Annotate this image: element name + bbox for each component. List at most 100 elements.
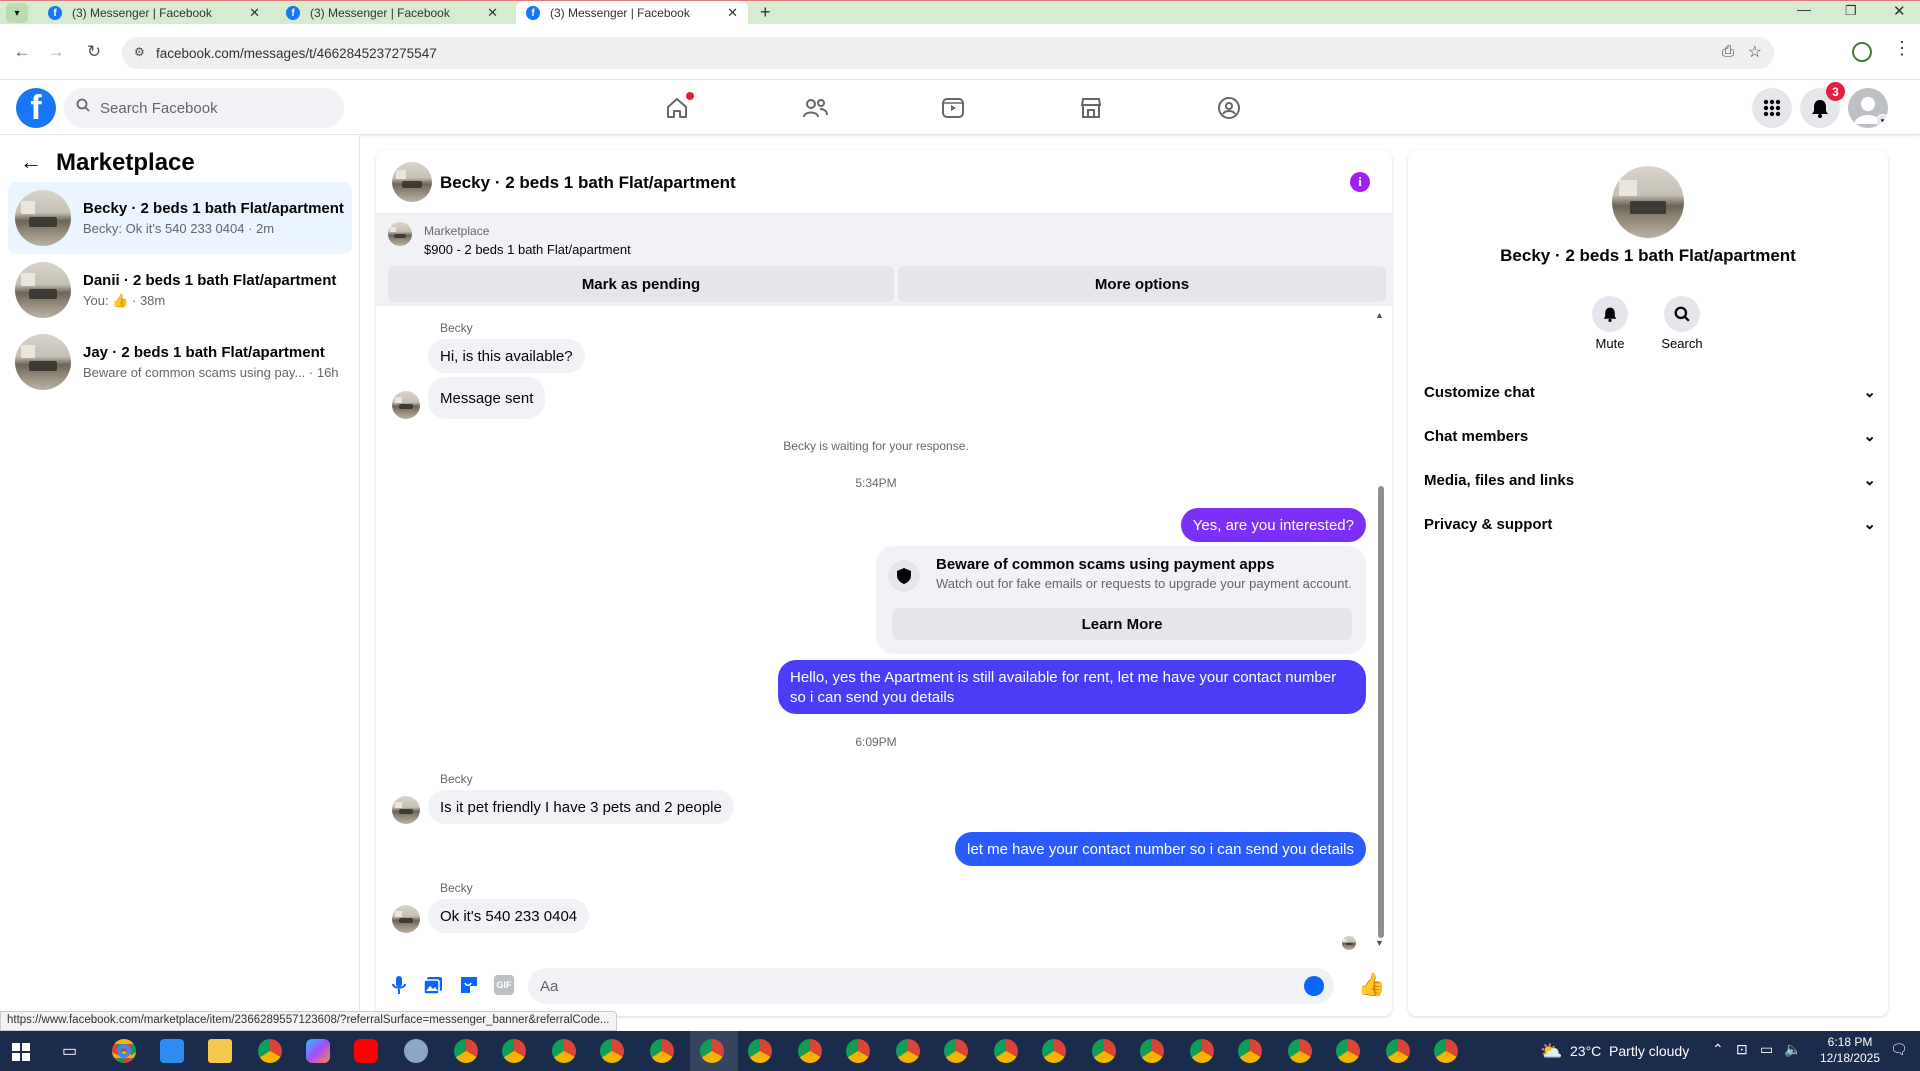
chrome-window-icon[interactable] bbox=[1238, 1039, 1262, 1063]
app-icon[interactable] bbox=[404, 1039, 428, 1063]
facebook-logo[interactable]: f bbox=[16, 88, 56, 128]
microphone-icon[interactable] bbox=[388, 974, 410, 996]
chat-members-section[interactable]: Chat members ⌄ bbox=[1424, 416, 1876, 456]
search-button[interactable] bbox=[1664, 296, 1700, 332]
info-icon[interactable]: i bbox=[1350, 172, 1370, 192]
nav-groups[interactable] bbox=[1174, 80, 1284, 135]
search-input[interactable]: Search Facebook bbox=[64, 88, 344, 128]
like-thumbs-up-icon[interactable]: 👍 bbox=[1358, 972, 1385, 998]
chrome-window-icon[interactable] bbox=[600, 1039, 624, 1063]
outgoing-message[interactable]: Hello, yes the Apartment is still availa… bbox=[778, 660, 1366, 714]
browser-tab-1[interactable]: f (3) Messenger | Facebook ✕ bbox=[48, 1, 260, 25]
media-files-links-section[interactable]: Media, files and links ⌄ bbox=[1424, 460, 1876, 500]
volume-icon[interactable]: 🔈 bbox=[1784, 1041, 1801, 1058]
notifications-button[interactable]: 3 bbox=[1800, 82, 1845, 128]
scroll-down-arrow[interactable]: ▼ bbox=[1375, 938, 1384, 948]
chrome-window-icon[interactable] bbox=[502, 1039, 526, 1063]
profile-icon[interactable] bbox=[1852, 42, 1872, 62]
network-icon[interactable]: ▭ bbox=[1760, 1041, 1773, 1058]
chrome-window-icon[interactable] bbox=[1386, 1039, 1410, 1063]
mark-as-pending-button[interactable]: Mark as pending bbox=[388, 266, 894, 302]
listing-title[interactable]: $900 - 2 beds 1 bath Flat/apartment bbox=[424, 242, 631, 257]
conversation-item-becky[interactable]: Becky · 2 beds 1 bath Flat/apartment Bec… bbox=[8, 182, 352, 254]
task-view-icon[interactable]: ▭ bbox=[62, 1041, 77, 1061]
weather-text[interactable]: 23°C Partly cloudy bbox=[1570, 1043, 1689, 1059]
bookmark-star-icon[interactable]: ☆ bbox=[1748, 42, 1762, 62]
youtube-icon[interactable] bbox=[354, 1039, 378, 1063]
close-tab-icon[interactable]: ✕ bbox=[487, 5, 498, 21]
minimize-button[interactable]: — bbox=[1797, 1, 1811, 17]
back-icon[interactable]: ← bbox=[10, 38, 34, 66]
install-app-icon[interactable]: ⎙ bbox=[1722, 43, 1734, 60]
windows-start-icon[interactable] bbox=[12, 1043, 30, 1061]
conversation-item-jay[interactable]: Jay · 2 beds 1 bath Flat/apartment Bewar… bbox=[8, 326, 352, 398]
nav-video[interactable] bbox=[898, 80, 1008, 135]
customize-chat-section[interactable]: Customize chat ⌄ bbox=[1424, 372, 1876, 412]
nav-friends[interactable] bbox=[760, 80, 870, 135]
nav-marketplace[interactable] bbox=[1036, 80, 1146, 135]
chrome-window-icon[interactable] bbox=[650, 1039, 674, 1063]
chrome-window-icon[interactable] bbox=[1140, 1039, 1164, 1063]
notification-center-icon[interactable]: 🗨 bbox=[1890, 1041, 1908, 1058]
tab-list-dropdown[interactable]: ▾ bbox=[6, 3, 28, 23]
learn-more-button[interactable]: Learn More bbox=[892, 608, 1352, 640]
chrome-window-icon[interactable] bbox=[1042, 1039, 1066, 1063]
weather-icon[interactable]: ⛅ bbox=[1540, 1041, 1562, 1062]
chrome-window-icon-active[interactable] bbox=[700, 1039, 724, 1063]
chrome-window-icon[interactable] bbox=[1092, 1039, 1116, 1063]
browser-tab-2[interactable]: f (3) Messenger | Facebook ✕ bbox=[286, 1, 498, 25]
scroll-up-arrow[interactable]: ▲ bbox=[1375, 310, 1384, 320]
clock-date[interactable]: 12/18/2025 bbox=[1818, 1051, 1882, 1065]
more-options-button[interactable]: More options bbox=[898, 266, 1386, 302]
reload-icon[interactable]: ↻ bbox=[82, 38, 106, 66]
meet-now-icon[interactable]: ⊡ bbox=[1736, 1041, 1748, 1058]
chrome-window-icon[interactable] bbox=[896, 1039, 920, 1063]
sender-avatar[interactable] bbox=[392, 391, 420, 419]
sender-avatar[interactable] bbox=[392, 796, 420, 824]
forward-icon[interactable]: → bbox=[44, 38, 68, 66]
chrome-window-icon[interactable] bbox=[1434, 1039, 1458, 1063]
listing-thumbnail[interactable] bbox=[388, 222, 412, 246]
back-arrow-icon[interactable]: ← bbox=[20, 149, 42, 175]
chrome-window-icon[interactable] bbox=[1288, 1039, 1312, 1063]
chrome-window-icon[interactable] bbox=[994, 1039, 1018, 1063]
menu-grid-button[interactable] bbox=[1752, 88, 1792, 128]
account-avatar-button[interactable]: ▾ bbox=[1848, 88, 1888, 128]
chat-title[interactable]: Becky · 2 beds 1 bath Flat/apartment bbox=[440, 173, 736, 193]
conversation-item-danii[interactable]: Danii · 2 beds 1 bath Flat/apartment You… bbox=[8, 254, 352, 326]
chrome-profile-icon[interactable] bbox=[258, 1039, 282, 1063]
chrome-icon[interactable] bbox=[112, 1039, 136, 1063]
gif-icon[interactable]: GIF bbox=[494, 975, 514, 995]
gallery-icon[interactable] bbox=[422, 974, 444, 996]
chrome-window-icon[interactable] bbox=[1336, 1039, 1360, 1063]
incoming-message[interactable]: Message sent bbox=[428, 377, 546, 419]
outgoing-message[interactable]: Yes, are you interested? bbox=[1180, 508, 1366, 542]
chrome-window-icon[interactable] bbox=[846, 1039, 870, 1063]
address-bar[interactable]: ⚙ facebook.com/messages/t/46628452372755… bbox=[122, 37, 1774, 69]
new-tab-button[interactable]: + bbox=[760, 2, 771, 23]
chat-avatar[interactable] bbox=[392, 162, 432, 202]
sender-avatar[interactable] bbox=[392, 905, 420, 933]
nav-home[interactable] bbox=[622, 80, 732, 135]
scrollbar-thumb[interactable] bbox=[1378, 486, 1384, 938]
close-window-button[interactable]: ✕ bbox=[1893, 2, 1906, 20]
message-input[interactable]: Aa bbox=[528, 968, 1334, 1004]
outgoing-message[interactable]: let me have your contact number so i can… bbox=[955, 832, 1366, 866]
browser-menu-icon[interactable]: ⋮ bbox=[1893, 38, 1911, 59]
close-tab-icon[interactable]: ✕ bbox=[727, 5, 738, 21]
details-avatar[interactable] bbox=[1612, 166, 1684, 238]
chrome-window-icon[interactable] bbox=[454, 1039, 478, 1063]
file-explorer-icon[interactable] bbox=[208, 1039, 232, 1063]
mute-button[interactable] bbox=[1592, 296, 1628, 332]
show-hidden-icons-icon[interactable]: ⌃ bbox=[1712, 1041, 1724, 1058]
privacy-support-section[interactable]: Privacy & support ⌄ bbox=[1424, 504, 1876, 544]
site-info-icon[interactable]: ⚙ bbox=[134, 45, 145, 59]
sticker-icon[interactable] bbox=[458, 974, 480, 996]
incoming-message[interactable]: Hi, is this available? bbox=[428, 339, 585, 373]
clock-time[interactable]: 6:18 PM bbox=[1818, 1035, 1882, 1049]
incoming-message[interactable]: Is it pet friendly I have 3 pets and 2 p… bbox=[428, 790, 734, 824]
chrome-window-icon[interactable] bbox=[944, 1039, 968, 1063]
close-tab-icon[interactable]: ✕ bbox=[249, 5, 260, 21]
browser-tab-3-active[interactable]: f (3) Messenger | Facebook ✕ bbox=[516, 1, 748, 25]
chrome-window-icon[interactable] bbox=[1190, 1039, 1214, 1063]
